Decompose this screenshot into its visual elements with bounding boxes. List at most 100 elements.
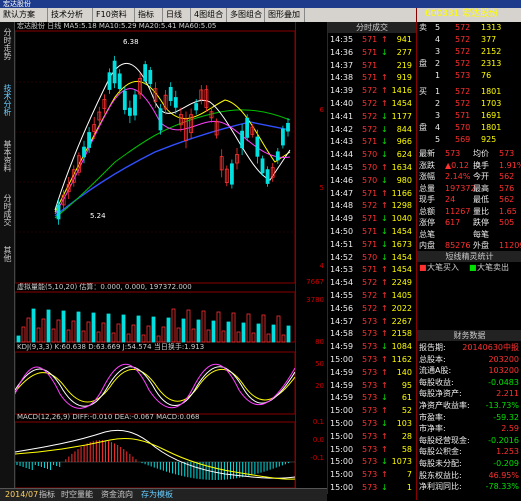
sell-row: 盘 2 572 2313 xyxy=(417,58,521,69)
sell-row: 卖 5 572 1313 xyxy=(417,22,521,33)
volume-bar xyxy=(196,319,201,343)
finance-row: 市净率: 2.59 xyxy=(417,423,521,434)
buy-volume: 925 xyxy=(481,135,497,144)
stat-value: 573 xyxy=(445,149,461,158)
tick-direction-icon: ↑ xyxy=(381,265,388,275)
finance-value: 2.59 xyxy=(501,424,519,434)
kline-header: 宏达股份 日线 MA5:5.18 MA10:5.29 MA20:5.41 MA6… xyxy=(17,22,217,30)
tick-volume: 919 xyxy=(396,73,412,83)
quote-title: 600331 宏达股份 xyxy=(425,9,499,19)
tick-volume: 219 xyxy=(396,60,412,70)
stat-value: 197372 xyxy=(445,183,476,193)
tick-time: 14:57 xyxy=(330,316,354,326)
tick-direction-icon: ↑ xyxy=(381,99,388,108)
technical-chart-area[interactable]: 6.38 5.24 宏达股份 日线 MA5:5.18 MA10:5.29 MA2… xyxy=(14,22,296,489)
left-tab-basic-info[interactable]: 基本资料 xyxy=(1,140,13,172)
tick-direction-icon: ↑ xyxy=(381,355,388,364)
stat-label: 均价 xyxy=(473,149,489,158)
volume-bar xyxy=(206,329,211,343)
tick-direction-icon: ↑ xyxy=(381,406,388,416)
finance-label: 市净率: xyxy=(419,424,446,434)
tick-time: 15:00 xyxy=(330,419,354,428)
toolbar-daily[interactable]: 日线 xyxy=(163,8,191,22)
left-tab-intraday[interactable]: 分时走势 xyxy=(1,28,13,60)
tick-volume: 1166 xyxy=(391,188,412,198)
left-tab-ticks[interactable]: 分时成交 xyxy=(1,194,13,226)
tick-price: 571 xyxy=(362,214,378,224)
finance-header: 财务数据 xyxy=(417,330,521,341)
tick-price: 573 xyxy=(362,329,378,339)
toolbar-spacer xyxy=(305,8,417,22)
finance-label: 总股本: xyxy=(419,354,446,364)
tick-direction-icon: ↑ xyxy=(381,86,388,96)
stat-label: 换手 xyxy=(473,160,489,170)
toolbar-indicator[interactable]: 指标 xyxy=(135,8,163,22)
macd-axis-zero: 0.0 xyxy=(312,436,324,444)
tick-time: 14:59 xyxy=(330,380,354,390)
tick-volume: 52 xyxy=(401,406,412,416)
toolbar-default-scheme[interactable]: 默认方案 xyxy=(0,8,48,22)
toolbar-technical-analysis[interactable]: 技术分析 xyxy=(48,8,93,22)
volume-bar xyxy=(21,326,26,343)
tick-row: 14:57 573 ↑ 2267 xyxy=(328,316,416,327)
volume-bar xyxy=(56,319,61,343)
tick-row: 14:46 570 ↓ 980 xyxy=(328,175,416,186)
sell-level: 2 xyxy=(435,59,441,68)
kline-candle xyxy=(133,89,137,121)
volume-bar xyxy=(201,310,206,343)
kline-candle xyxy=(173,90,178,115)
tick-time: 14:59 xyxy=(330,393,354,403)
tick-direction-icon: ↑ xyxy=(381,73,388,83)
tick-list-header: 分时成交 xyxy=(328,22,416,33)
stat-value: 24 xyxy=(445,195,456,204)
tick-list[interactable]: 分时成交 14:35 571 ↑ 941 14:36 571 ↓ 277 14:37 571 219… xyxy=(327,22,416,494)
volume-bar xyxy=(126,333,131,343)
sell-volume: 377 xyxy=(481,35,497,44)
tick-row: 14:48 572 ↑ 1298 xyxy=(328,200,416,211)
tick-volume: 1454 xyxy=(391,99,412,108)
stat-value: 617 xyxy=(445,218,461,227)
toolbar-4-chart[interactable]: 4图组合 xyxy=(191,8,227,22)
tick-price: 570 xyxy=(362,150,378,160)
tick-direction-icon: ↑ xyxy=(381,367,388,377)
stat-label: 外盘 xyxy=(473,241,489,250)
tick-time: 14:39 xyxy=(330,86,354,96)
tick-volume: 2249 xyxy=(391,278,412,288)
finance-value: -0.209 xyxy=(493,459,519,468)
tick-time: 14:58 xyxy=(330,329,354,339)
bottom-tab-indicator[interactable]: 指标 xyxy=(36,489,58,501)
bottom-tab-capital-flow[interactable]: 资金流向 xyxy=(98,489,136,501)
stat-label: 涨停 xyxy=(419,218,435,227)
indicator-sell-label: 大笔卖出 xyxy=(477,263,509,272)
kline-candle xyxy=(275,148,280,164)
volume-bar xyxy=(171,308,176,343)
finance-label: 每股收益: xyxy=(419,377,454,387)
left-tab-other[interactable]: 其他 xyxy=(1,246,13,262)
ma20-line xyxy=(54,109,291,219)
tick-volume: 277 xyxy=(396,47,412,57)
tick-direction-icon: ↓ xyxy=(381,457,388,467)
tick-volume: 103 xyxy=(396,419,412,428)
bottom-tab-save-template[interactable]: 存为模板 xyxy=(138,489,176,501)
toolbar-f10[interactable]: F10资料 xyxy=(93,8,135,22)
toolbar-multi-chart[interactable]: 多图组合 xyxy=(227,8,265,22)
kline-candle xyxy=(240,123,245,156)
tick-volume: 1040 xyxy=(391,214,412,224)
finance-value: -59.32 xyxy=(493,412,519,422)
kline-candle xyxy=(189,108,194,139)
bottom-tab-volume-energy[interactable]: 时空量能 xyxy=(58,489,96,501)
tick-price: 571 xyxy=(362,60,378,70)
volume-bar xyxy=(141,334,146,343)
toolbar-overlay[interactable]: 图形叠加 xyxy=(265,8,305,22)
tick-price: 572 xyxy=(362,99,378,108)
volume-bar xyxy=(131,324,136,343)
stat-value: 11267 xyxy=(445,206,471,216)
kline-candle xyxy=(143,60,148,85)
tick-direction-icon: ↓ xyxy=(381,342,388,352)
tick-price: 572 xyxy=(362,303,378,313)
left-tab-technical[interactable]: 技术分析 xyxy=(1,84,13,116)
stat-label: 总笔 xyxy=(419,229,435,239)
stat-label: 今开 xyxy=(473,172,489,181)
stat-label: 最新 xyxy=(419,149,435,158)
tick-time: 14:41 xyxy=(330,111,354,121)
